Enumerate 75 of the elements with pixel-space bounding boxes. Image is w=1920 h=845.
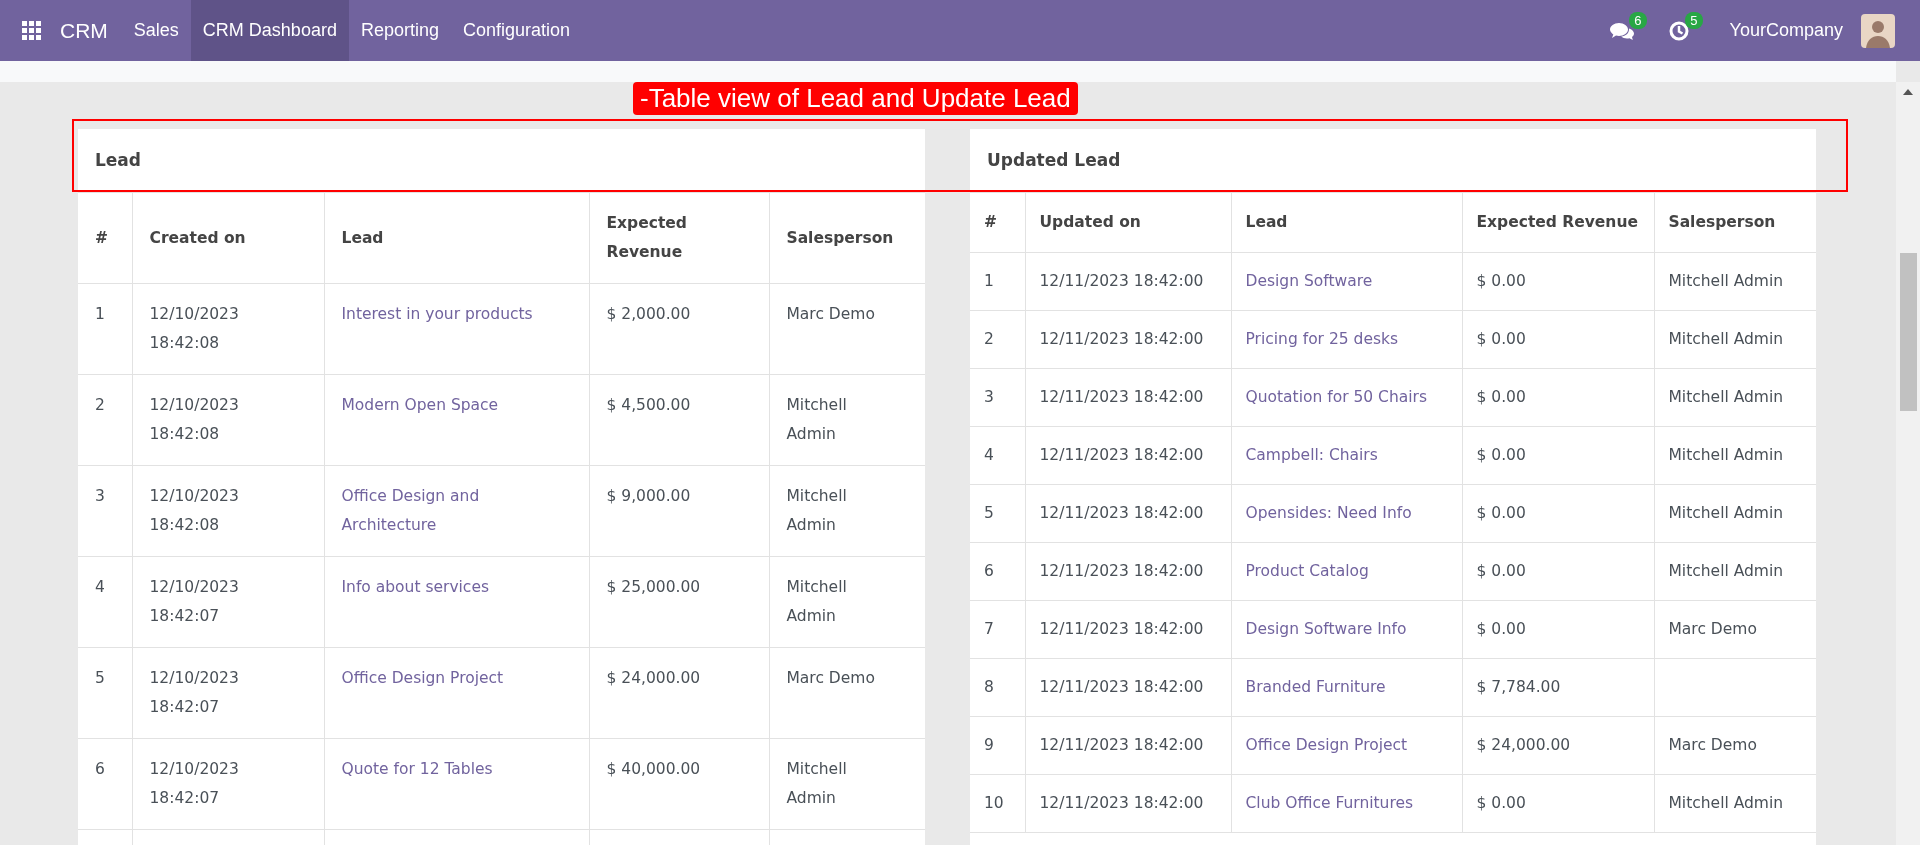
apps-menu-icon[interactable] <box>22 20 42 41</box>
table-cell: $ 0.00 <box>1462 774 1654 833</box>
table-cell: 12/11/2023 18:42:00 <box>1025 716 1231 775</box>
table-cell: 8 <box>970 658 1025 717</box>
table-cell: $ 0.00 <box>1462 252 1654 311</box>
table-cell: $ 40,000.00 <box>589 738 769 830</box>
app-name[interactable]: CRM <box>60 18 108 43</box>
table-cell: 12/10/2023 18:42:08 <box>132 465 324 557</box>
card-title: Updated Lead <box>970 129 1816 192</box>
card-title: Lead <box>78 129 925 192</box>
table-cell: $ 7,784.00 <box>1462 658 1654 717</box>
table-cell: $ 0.00 <box>1462 484 1654 543</box>
table-cell: 12/11/2023 18:42:00 <box>1025 658 1231 717</box>
table-cell: 3 <box>970 368 1025 427</box>
table-cell: 2 <box>78 374 132 466</box>
scrollbar[interactable] <box>1896 82 1920 845</box>
table-cell: $ 9,000.00 <box>589 465 769 557</box>
user-avatar[interactable] <box>1861 13 1895 48</box>
column-header: Lead <box>324 192 589 284</box>
column-header: Created on <box>132 192 324 284</box>
table-cell: $ 24,000.00 <box>1462 716 1654 775</box>
table-cell: 12/11/2023 18:42:00 <box>1025 542 1231 601</box>
table-cell: 6 <box>970 542 1025 601</box>
activity-count-badge: 5 <box>1685 11 1703 29</box>
table-cell: 6 <box>78 738 132 830</box>
table-cell: 12/11/2023 18:42:00 <box>1025 600 1231 659</box>
table-cell: $ 0.00 <box>1462 542 1654 601</box>
table-cell: 12/10/2023 18:42:07 <box>132 738 324 830</box>
table-cell: $ 25,000.00 <box>589 556 769 648</box>
table-cell: $ 24,000.00 <box>589 647 769 739</box>
table-cell: 7 <box>970 600 1025 659</box>
table-cell: $ 0.00 <box>1462 368 1654 427</box>
column-header: # <box>78 192 132 284</box>
table-cell: 12/11/2023 18:42:00 <box>1025 310 1231 369</box>
column-header: Expected Revenue <box>589 192 769 284</box>
table-cell: 12/11/2023 18:42:00 <box>1025 484 1231 543</box>
table-cell: $ 2,000.00 <box>589 283 769 375</box>
message-count-badge: 6 <box>1629 11 1647 29</box>
column-header: # <box>970 192 1025 253</box>
table-cell: 12/10/2023 18:42:07 <box>132 647 324 739</box>
column-header: Updated on <box>1025 192 1231 253</box>
table-cell: 10 <box>970 774 1025 833</box>
table-cell: $ 0.00 <box>1462 600 1654 659</box>
table-cell: 12/10/2023 18:42:07 <box>132 556 324 648</box>
table-cell: 12/10/2023 18:42:08 <box>132 283 324 375</box>
table-cell: 12/11/2023 18:42:00 <box>1025 368 1231 427</box>
menu-item[interactable]: CRM Dashboard <box>190 0 349 61</box>
column-header: Lead <box>1231 192 1462 253</box>
table-cell: $ 0.00 <box>1462 426 1654 485</box>
table-cell: 4 <box>970 426 1025 485</box>
table-cell: $ 0.00 <box>1462 310 1654 369</box>
menu-item[interactable]: Sales <box>121 0 191 61</box>
table-cell: 2 <box>970 310 1025 369</box>
table-cell: 3 <box>78 465 132 557</box>
table-cell: 4 <box>78 556 132 648</box>
scroll-up-icon[interactable] <box>1903 89 1913 95</box>
table-cell: 5 <box>78 647 132 739</box>
table-cell: 9 <box>970 716 1025 775</box>
menu-item[interactable]: Reporting <box>348 0 451 61</box>
menu-item[interactable]: Configuration <box>450 0 583 61</box>
clock-icon[interactable] <box>1667 19 1690 42</box>
table-cell: 12/11/2023 18:42:00 <box>1025 426 1231 485</box>
table-cell: 12/11/2023 18:42:00 <box>1025 252 1231 311</box>
table-cell: 1 <box>78 283 132 375</box>
column-header: Expected Revenue <box>1462 192 1654 253</box>
table-cell: 5 <box>970 484 1025 543</box>
column-header: Salesperson <box>769 192 925 284</box>
table-cell: 12/11/2023 18:42:00 <box>1025 774 1231 833</box>
annotation-label: -Table view of Lead and Update Lead <box>633 82 1078 115</box>
company-name[interactable]: YourCompany <box>1729 20 1843 41</box>
scrollbar-thumb[interactable] <box>1899 253 1917 411</box>
table-cell: 1 <box>970 252 1025 311</box>
table-cell: 12/10/2023 18:42:08 <box>132 374 324 466</box>
column-header: Salesperson <box>1654 192 1816 253</box>
table-cell: $ 4,500.00 <box>589 374 769 466</box>
